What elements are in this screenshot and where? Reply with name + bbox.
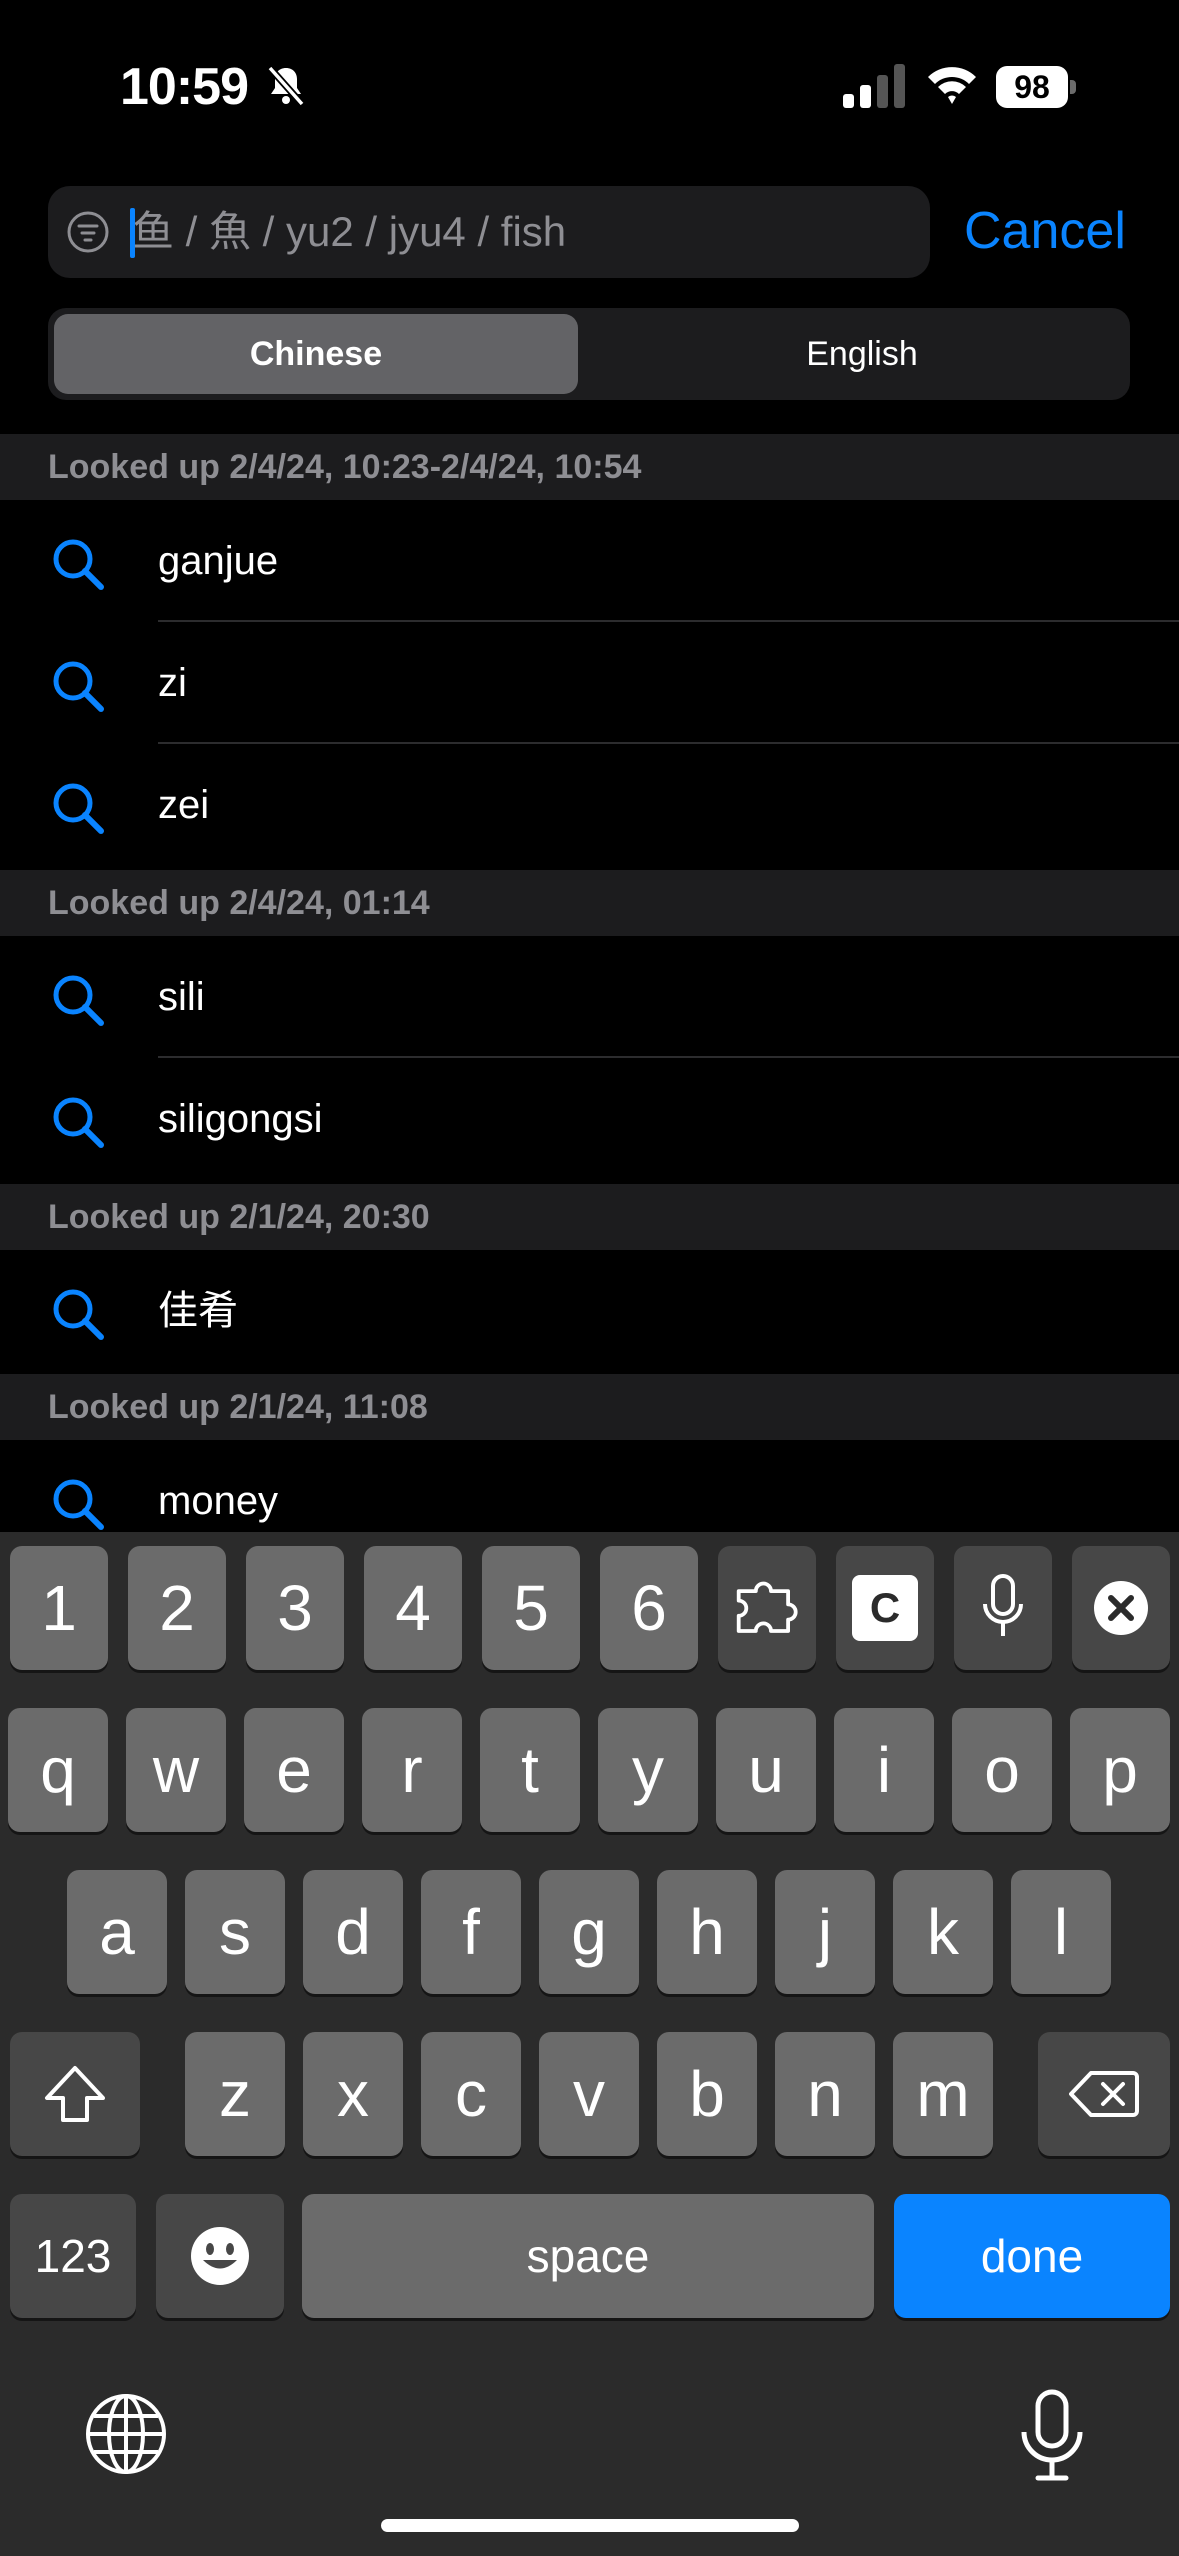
segment-chinese[interactable]: Chinese	[54, 314, 578, 394]
key-q[interactable]: q	[8, 1708, 108, 1832]
emoji-icon	[191, 2227, 249, 2285]
battery-indicator: 98	[996, 66, 1076, 108]
key-w[interactable]: w	[126, 1708, 226, 1832]
search-icon	[53, 661, 104, 712]
key-c[interactable]: c	[421, 2032, 521, 2156]
section-header-label: Looked up 2/4/24, 10:23-2/4/24, 10:54	[48, 448, 642, 486]
list-item-label: 佳肴	[158, 1289, 238, 1333]
shift-key[interactable]	[10, 2032, 140, 2156]
extensions-key[interactable]	[718, 1546, 816, 1670]
segment-english[interactable]: English	[600, 314, 1124, 394]
key-j[interactable]: j	[775, 1870, 875, 1994]
done-key[interactable]: done	[894, 2194, 1170, 2318]
key-o[interactable]: o	[952, 1708, 1052, 1832]
dictation-icon[interactable]	[1010, 2388, 1094, 2484]
puzzle-icon	[736, 1581, 798, 1633]
numbers-key[interactable]: 123	[10, 2194, 136, 2318]
section-header: Looked up 2/1/24, 20:30	[0, 1184, 1179, 1250]
key-u[interactable]: u	[716, 1708, 816, 1832]
search-icon	[53, 1097, 104, 1148]
text-cursor	[130, 208, 135, 258]
key-d[interactable]: d	[303, 1870, 403, 1994]
mic-key[interactable]	[954, 1546, 1052, 1670]
battery-level: 98	[996, 66, 1068, 108]
list-item-label: zei	[158, 783, 210, 827]
search-icon	[53, 1289, 104, 1340]
key-t[interactable]: t	[480, 1708, 580, 1832]
key-i[interactable]: i	[834, 1708, 934, 1832]
list-item[interactable]: zei	[0, 744, 1179, 866]
key-z[interactable]: z	[185, 2032, 285, 2156]
section-header-label: Looked up 2/4/24, 01:14	[48, 884, 430, 922]
key-m[interactable]: m	[893, 2032, 993, 2156]
wifi-icon	[928, 67, 976, 104]
key-r[interactable]: r	[362, 1708, 462, 1832]
list-item[interactable]: siligongsi	[0, 1058, 1179, 1180]
search-icon	[53, 783, 104, 834]
key-2[interactable]: 2	[128, 1546, 226, 1670]
keyboard: 1 2 3 4 5 6 C q w e r t y u i o p a s d …	[0, 1532, 1179, 2556]
section-header: Looked up 2/4/24, 10:23-2/4/24, 10:54	[0, 434, 1179, 500]
section-header-label: Looked up 2/1/24, 20:30	[48, 1198, 430, 1236]
key-5[interactable]: 5	[482, 1546, 580, 1670]
clear-key[interactable]	[1072, 1546, 1170, 1670]
home-indicator[interactable]	[381, 2519, 799, 2532]
key-f[interactable]: f	[421, 1870, 521, 1994]
status-time: 10:59	[120, 58, 249, 116]
key-k[interactable]: k	[893, 1870, 993, 1994]
globe-icon[interactable]	[84, 2392, 168, 2476]
key-a[interactable]: a	[67, 1870, 167, 1994]
emoji-key[interactable]	[156, 2194, 284, 2318]
shift-icon	[45, 2066, 105, 2122]
list-item[interactable]: sili	[0, 936, 1179, 1058]
key-s[interactable]: s	[185, 1870, 285, 1994]
key-x[interactable]: x	[303, 2032, 403, 2156]
list-item-label: zi	[158, 661, 187, 705]
key-v[interactable]: v	[539, 2032, 639, 2156]
list-item-label: ganjue	[158, 539, 279, 583]
cancel-button[interactable]: Cancel	[964, 196, 1126, 266]
key-3[interactable]: 3	[246, 1546, 344, 1670]
key-6[interactable]: 6	[600, 1546, 698, 1670]
section-header-label: Looked up 2/1/24, 11:08	[48, 1388, 428, 1426]
search-input[interactable]: 鱼 / 魚 / yu2 / jyu4 / fish	[48, 186, 930, 278]
key-1[interactable]: 1	[10, 1546, 108, 1670]
list-item[interactable]: zi	[0, 622, 1179, 744]
key-e[interactable]: e	[244, 1708, 344, 1832]
microphone-icon	[983, 1574, 1023, 1636]
cellular-signal-icon	[843, 64, 905, 108]
key-b[interactable]: b	[657, 2032, 757, 2156]
space-key[interactable]: space	[302, 2194, 874, 2318]
key-y[interactable]: y	[598, 1708, 698, 1832]
backspace-key[interactable]	[1038, 2032, 1170, 2156]
list-item-label: siligongsi	[158, 1097, 323, 1141]
backspace-icon	[1069, 2071, 1139, 2117]
section-header: Looked up 2/1/24, 11:08	[0, 1374, 1179, 1440]
key-p[interactable]: p	[1070, 1708, 1170, 1832]
key-g[interactable]: g	[539, 1870, 639, 1994]
list-item-label: sili	[158, 975, 205, 1019]
key-4[interactable]: 4	[364, 1546, 462, 1670]
list-item[interactable]: ganjue	[0, 500, 1179, 622]
filter-icon[interactable]	[66, 210, 110, 254]
search-placeholder: 鱼 / 魚 / yu2 / jyu4 / fish	[132, 208, 567, 255]
language-segmented-control: Chinese English	[48, 308, 1130, 400]
clip-icon: C	[852, 1575, 918, 1641]
key-h[interactable]: h	[657, 1870, 757, 1994]
key-n[interactable]: n	[775, 2032, 875, 2156]
section-header: Looked up 2/4/24, 01:14	[0, 870, 1179, 936]
battery-tip	[1070, 80, 1076, 94]
search-icon	[53, 539, 104, 590]
silent-mode-icon	[267, 65, 305, 107]
key-l[interactable]: l	[1011, 1870, 1111, 1994]
clipboard-key[interactable]: C	[836, 1546, 934, 1670]
search-icon	[53, 975, 104, 1026]
clear-icon	[1094, 1581, 1148, 1635]
list-item[interactable]: 佳肴	[0, 1250, 1179, 1372]
search-icon	[53, 1479, 104, 1530]
